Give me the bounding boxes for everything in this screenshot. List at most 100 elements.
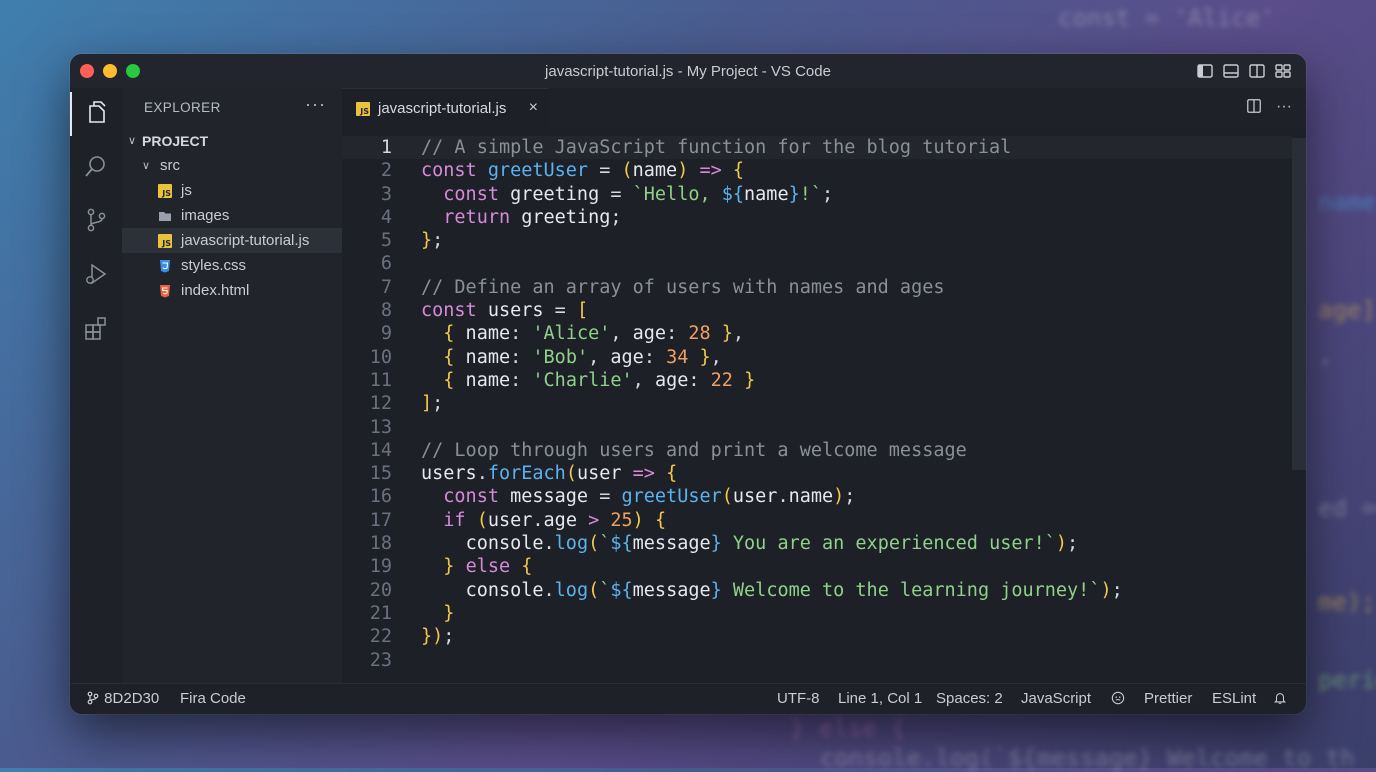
bg-ghost-text: } else { [790, 714, 906, 742]
more-editor-actions-icon[interactable]: ··· [1276, 98, 1292, 119]
code-token: const [443, 183, 511, 205]
code-line[interactable]: 5}; [342, 229, 1292, 252]
code-token: ( [565, 463, 577, 485]
code-line[interactable]: 4 return greeting; [342, 206, 1292, 229]
search-icon [83, 153, 109, 184]
code-line[interactable]: 12]; [342, 392, 1292, 415]
indentation-status[interactable]: Spaces: 2 [936, 690, 1003, 707]
notifications-bell-icon[interactable] [1273, 690, 1287, 707]
minimize-window-button[interactable] [103, 64, 117, 78]
code-line[interactable]: 6 [342, 252, 1292, 275]
editor-scrollbar[interactable] [1292, 138, 1306, 470]
code-line[interactable]: 23 [342, 649, 1292, 672]
tab-javascript-tutorial[interactable]: JS javascript-tutorial.js × [342, 88, 548, 128]
code-token: [ [576, 300, 589, 322]
code-token: !` [799, 183, 823, 205]
toggle-sidebar-icon[interactable] [1196, 62, 1214, 84]
code-token: 'Bob' [532, 346, 589, 368]
toggle-secondary-sidebar-icon[interactable] [1248, 62, 1266, 84]
git-branch-icon [86, 690, 100, 707]
code-line[interactable]: 8 const users = [ [342, 299, 1292, 322]
code-line[interactable]: 14 // Loop through users and print a welc… [342, 439, 1292, 462]
code-token: const [421, 300, 488, 322]
code-token: ${ [721, 183, 745, 205]
close-window-button[interactable] [80, 64, 94, 78]
cursor-position-status[interactable]: Line 1, Col 1 [838, 690, 922, 707]
line-number: 9 [380, 323, 392, 345]
source-control-icon [83, 207, 109, 238]
tree-item-project[interactable]: ∨ PROJECT [122, 128, 342, 153]
code-token: You are an experienced user!` [721, 533, 1056, 555]
tree-item-images[interactable]: images [122, 203, 342, 228]
maximize-window-button[interactable] [126, 64, 140, 78]
code-token: } [443, 602, 455, 624]
code-line[interactable]: 3 const greeting = `Hello, ${name}!`; [342, 183, 1292, 206]
code-token: message [632, 579, 711, 601]
code-line[interactable]: 15 users.forEach(user => { [342, 462, 1292, 485]
close-tab-icon[interactable]: × [529, 99, 538, 117]
code-line[interactable]: 7 // Define an array of users with names … [342, 276, 1292, 299]
search-button[interactable] [70, 146, 122, 190]
chevron-down-icon: ∨ [128, 135, 137, 147]
code-token: } [699, 346, 711, 368]
code-token: 22 [710, 369, 733, 391]
font-status[interactable]: Fira Code [180, 690, 246, 707]
code-line[interactable]: 9 { name: 'Alice', age: 28 }, [342, 322, 1292, 345]
code-token: } [710, 579, 722, 601]
line-number: 3 [380, 183, 392, 205]
html-file-icon [158, 284, 172, 298]
code-line[interactable]: 13 [342, 416, 1292, 439]
tree-item-styles-css[interactable]: styles.css [122, 253, 342, 278]
extensions-button[interactable] [70, 308, 122, 352]
tree-item-js[interactable]: JS js [122, 178, 342, 203]
code-line[interactable]: 11 { name: 'Charlie', age: 22 } [342, 369, 1292, 392]
code-line[interactable]: 22}); [342, 625, 1292, 648]
tree-item-label: images [181, 207, 230, 224]
code-token: : [510, 346, 533, 368]
code-line[interactable]: 1 // A simple JavaScript function for the… [342, 136, 1292, 160]
prettier-status[interactable]: Prettier [1144, 690, 1192, 707]
code-token: else [465, 556, 522, 578]
code-text: { name: 'Charlie', age: 22 } [421, 369, 755, 392]
code-line[interactable]: 2 const greetUser = (name) => { [342, 159, 1292, 182]
code-token: > [588, 509, 600, 531]
tree-item-javascript-tutorial[interactable]: JS javascript-tutorial.js [122, 228, 342, 253]
code-line[interactable]: 16 const message = greetUser(user.name); [342, 485, 1292, 508]
code-token: Welcome to the learning journey!` [721, 579, 1101, 601]
code-text: return greeting; [421, 206, 621, 229]
code-line[interactable]: 10 { name: 'Bob', age: 34 }, [342, 346, 1292, 369]
run-debug-icon [83, 261, 109, 292]
code-line[interactable]: 20 console.log(`${message} Welcome to th… [342, 579, 1292, 602]
code-line[interactable]: 19 } else { [342, 555, 1292, 578]
code-token: . [543, 579, 555, 601]
run-debug-button[interactable] [70, 254, 122, 298]
language-mode-status[interactable]: JavaScript [1021, 690, 1091, 707]
code-token: name [454, 346, 511, 368]
source-control-button[interactable] [70, 200, 122, 244]
branch-status[interactable]: 8D2D30 [86, 690, 159, 707]
code-editor[interactable]: 1 // A simple JavaScript function for the… [342, 136, 1292, 672]
tree-item-src[interactable]: ∨ src [122, 153, 342, 178]
code-token: name [454, 323, 511, 345]
code-token: 34 [666, 346, 689, 368]
code-token: : [688, 369, 711, 391]
explorer-button[interactable] [70, 92, 122, 136]
customize-layout-icon[interactable] [1274, 62, 1292, 84]
code-line[interactable]: 18 console.log(`${message} You are an ex… [342, 532, 1292, 555]
code-line[interactable]: 21 } [342, 602, 1292, 625]
more-actions-button[interactable]: ··· [305, 94, 326, 115]
line-number: 16 [369, 486, 392, 508]
code-token: user [732, 486, 778, 508]
eslint-status[interactable]: ESLint [1212, 690, 1256, 707]
split-editor-icon[interactable] [1246, 98, 1262, 119]
toggle-panel-icon[interactable] [1222, 62, 1240, 84]
encoding-status[interactable]: UTF-8 [777, 690, 820, 707]
code-line[interactable]: 17 if (user.age > 25) { [342, 509, 1292, 532]
tree-item-index-html[interactable]: index.html [122, 278, 342, 303]
line-number: 23 [369, 649, 392, 671]
code-token: ] [421, 393, 433, 415]
feedback-icon[interactable] [1111, 690, 1125, 707]
